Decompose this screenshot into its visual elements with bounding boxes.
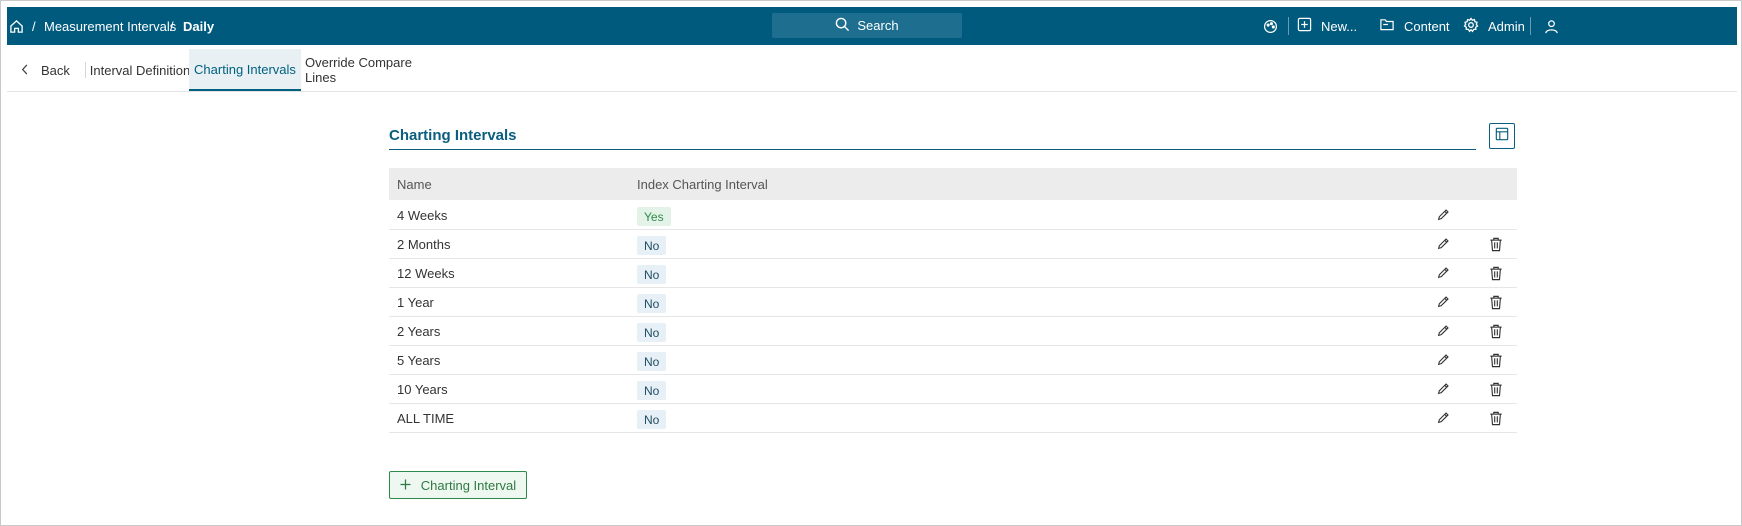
tab-override-compare-lines[interactable]: Override Compare Lines [305, 49, 443, 91]
interval-name: 10 Years [397, 381, 448, 397]
trash-icon[interactable] [1486, 379, 1506, 399]
chevron-left-icon [21, 63, 29, 78]
breadcrumb-separator: / [170, 18, 174, 34]
interval-name: ALL TIME [397, 410, 455, 426]
tab-bar: Back Interval Definition Charting Interv… [7, 49, 1737, 92]
table-row: 2 Years No [389, 317, 1517, 346]
table-header: Name Index Charting Interval [389, 168, 1517, 200]
back-button[interactable]: Back [21, 49, 70, 91]
app-frame: / Measurement Intervals / Daily Search N… [0, 0, 1742, 526]
edit-icon[interactable] [1433, 408, 1453, 428]
content-button[interactable]: Content [1379, 7, 1450, 45]
layout-toggle-button[interactable] [1489, 123, 1515, 149]
interval-name: 2 Years [397, 323, 441, 339]
new-button[interactable]: New... [1297, 7, 1357, 45]
trash-icon[interactable] [1486, 408, 1506, 428]
section-underline [389, 149, 1476, 150]
edit-icon[interactable] [1433, 321, 1453, 341]
search-icon [835, 17, 850, 35]
index-status-badge: No [637, 381, 667, 400]
trash-icon[interactable] [1486, 321, 1506, 341]
interval-name: 5 Years [397, 352, 441, 368]
trash-icon[interactable] [1486, 350, 1506, 370]
table-row: 2 Months No [389, 230, 1517, 259]
index-status-badge: No [637, 323, 667, 342]
table-row: 5 Years No [389, 346, 1517, 375]
user-icon[interactable] [1544, 7, 1559, 45]
breadcrumb-daily: Daily [183, 18, 215, 34]
index-status-badge: No [637, 410, 667, 429]
edit-icon[interactable] [1433, 350, 1453, 370]
trash-icon[interactable] [1486, 292, 1506, 312]
divider [85, 62, 86, 78]
interval-name: 12 Weeks [397, 265, 455, 281]
edit-icon[interactable] [1433, 205, 1453, 225]
index-status-badge: No [637, 265, 667, 284]
folder-icon [1379, 17, 1395, 35]
palette-icon[interactable] [1263, 7, 1278, 45]
add-charting-interval-button[interactable]: Charting Interval [389, 471, 527, 499]
top-navigation-bar: / Measurement Intervals / Daily Search N… [7, 7, 1737, 45]
interval-name: 1 Year [397, 294, 434, 310]
trash-icon[interactable] [1486, 234, 1506, 254]
edit-icon[interactable] [1433, 234, 1453, 254]
table-row: 10 Years No [389, 375, 1517, 404]
section-title: Charting Intervals [389, 127, 517, 144]
divider [1530, 17, 1531, 35]
index-status-badge: No [637, 236, 667, 255]
index-status-badge: No [637, 352, 667, 371]
column-header-name[interactable]: Name [397, 168, 432, 200]
table-layout-icon [1495, 127, 1509, 146]
breadcrumb-separator: / [32, 18, 36, 34]
table-row: ALL TIME No [389, 404, 1517, 433]
edit-icon[interactable] [1433, 263, 1453, 283]
search-label: Search [857, 18, 899, 33]
interval-name: 2 Months [397, 236, 451, 252]
table-row: 12 Weeks No [389, 259, 1517, 288]
interval-name: 4 Weeks [397, 207, 448, 223]
tab-charting-intervals[interactable]: Charting Intervals [189, 49, 301, 91]
breadcrumb-measurement-intervals[interactable]: Measurement Intervals [44, 7, 176, 45]
divider [1288, 17, 1289, 35]
admin-label: Admin [1488, 18, 1525, 34]
gear-icon [1463, 16, 1479, 36]
back-label: Back [41, 62, 70, 78]
home-icon[interactable] [9, 7, 29, 45]
table-row: 1 Year No [389, 288, 1517, 317]
add-button-label: Charting Interval [420, 477, 517, 493]
table-row: 4 Weeks Yes [389, 201, 1517, 230]
index-status-badge: No [637, 294, 667, 313]
index-status-badge: Yes [637, 207, 671, 226]
new-label: New... [1321, 18, 1358, 34]
edit-icon[interactable] [1433, 379, 1453, 399]
admin-button[interactable]: Admin [1463, 7, 1525, 45]
tab-interval-definition[interactable]: Interval Definition [88, 49, 192, 91]
edit-icon[interactable] [1433, 292, 1453, 312]
column-header-index-charting-interval[interactable]: Index Charting Interval [637, 168, 768, 200]
plus-square-icon [1297, 17, 1312, 35]
content-label: Content [1404, 18, 1450, 34]
trash-icon[interactable] [1486, 263, 1506, 283]
plus-icon [400, 478, 411, 493]
search-button[interactable]: Search [772, 13, 962, 38]
